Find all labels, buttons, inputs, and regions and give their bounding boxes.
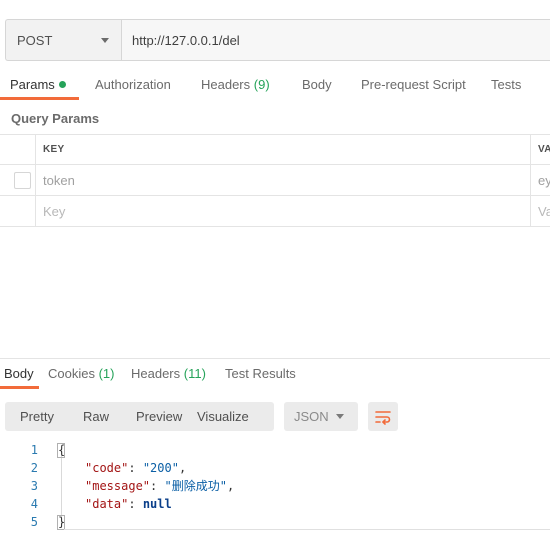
json-string: "200" xyxy=(142,461,179,475)
json-colon: : xyxy=(150,479,165,493)
tab-prerequest-label: Pre-request Script xyxy=(361,77,466,92)
response-tabs: Body Cookies (1) Headers (11) Test Resul… xyxy=(0,361,550,391)
json-key: "code" xyxy=(85,461,129,475)
json-colon: : xyxy=(128,461,143,475)
code-text: "code": "200", xyxy=(85,459,186,477)
response-divider xyxy=(0,358,550,359)
response-format-select[interactable]: JSON xyxy=(284,402,358,431)
method-select[interactable]: POST xyxy=(5,19,121,61)
json-string: "删除成功" xyxy=(164,479,227,493)
code-text: "data": null xyxy=(85,495,172,513)
line-number: 5 xyxy=(30,515,38,529)
response-tab-headers[interactable]: Headers (11) xyxy=(131,366,206,381)
request-bar: POST http://127.0.0.1/del xyxy=(5,19,550,61)
code-text: { xyxy=(58,443,66,457)
json-key: "message" xyxy=(85,479,151,493)
table-row-new: Key Va xyxy=(0,196,550,227)
new-param-value-field[interactable]: Va xyxy=(531,196,550,226)
tab-authorization-label: Authorization xyxy=(95,77,171,92)
response-tab-body[interactable]: Body xyxy=(4,366,34,381)
tab-tests[interactable]: Tests xyxy=(491,77,521,92)
tab-headers[interactable]: Headers (9) xyxy=(201,77,270,92)
tab-body[interactable]: Body xyxy=(302,77,332,92)
params-indicator-dot xyxy=(58,81,66,88)
json-null: null xyxy=(142,497,172,511)
response-tab-test-results[interactable]: Test Results xyxy=(225,366,296,381)
code-line: 1 { xyxy=(0,441,550,459)
view-raw-button[interactable]: Raw xyxy=(70,402,124,431)
response-tab-cookies[interactable]: Cookies (1) xyxy=(48,366,114,381)
response-active-tab-underline xyxy=(0,386,39,389)
response-view-group: Pretty Raw Preview Visualize xyxy=(5,402,274,431)
view-visualize-button[interactable]: Visualize xyxy=(197,402,274,431)
tab-headers-count: (9) xyxy=(253,77,270,92)
response-tab-test-results-label: Test Results xyxy=(225,366,296,381)
line-number: 1 xyxy=(30,443,38,457)
tab-authorization[interactable]: Authorization xyxy=(95,77,171,92)
line-number: 2 xyxy=(30,461,38,475)
response-tab-cookies-count: (1) xyxy=(98,366,115,381)
code-line: 3 "message": "删除成功", xyxy=(0,477,550,495)
url-value: http://127.0.0.1/del xyxy=(132,32,240,48)
tab-prerequest-script[interactable]: Pre-request Script xyxy=(361,77,466,92)
chevron-down-icon xyxy=(336,414,344,419)
param-enabled-checkbox[interactable] xyxy=(14,172,31,189)
code-bottom-divider xyxy=(64,529,550,530)
tab-body-label: Body xyxy=(302,77,332,92)
table-row: token ey xyxy=(0,165,550,196)
line-number: 4 xyxy=(30,497,38,511)
active-tab-underline xyxy=(0,97,79,100)
tab-params[interactable]: Params xyxy=(10,77,66,92)
param-key-field[interactable]: token xyxy=(36,165,531,195)
response-body-code[interactable]: 1 { 2 "code": "200", 3 "message": "删除成功"… xyxy=(0,441,550,531)
code-text: "message": "删除成功", xyxy=(85,477,234,495)
view-preview-button[interactable]: Preview xyxy=(124,402,197,431)
column-header-value: VA xyxy=(538,144,550,155)
url-input[interactable]: http://127.0.0.1/del xyxy=(121,19,550,61)
response-tab-headers-count: (11) xyxy=(183,366,206,381)
json-comma: , xyxy=(226,479,235,493)
code-line: 4 "data": null xyxy=(0,495,550,513)
method-label: POST xyxy=(17,32,53,48)
chevron-down-icon xyxy=(101,37,109,43)
response-format-label: JSON xyxy=(294,409,329,424)
request-tabs: Params Authorization Headers (9) Body Pr… xyxy=(0,72,550,102)
wrap-lines-icon xyxy=(375,410,391,425)
column-header-key: KEY xyxy=(36,135,531,164)
tab-tests-label: Tests xyxy=(491,77,522,92)
response-tab-body-label: Body xyxy=(4,366,34,381)
new-param-key-field[interactable]: Key xyxy=(36,196,531,226)
query-params-table: KEY VA token ey Key Va xyxy=(0,134,550,227)
json-colon: : xyxy=(128,497,143,511)
code-line: 2 "code": "200", xyxy=(0,459,550,477)
tab-params-label: Params xyxy=(10,77,55,92)
json-key: "data" xyxy=(85,497,129,511)
response-tab-headers-label: Headers xyxy=(131,366,181,381)
wrap-lines-button[interactable] xyxy=(368,402,398,431)
query-params-title: Query Params xyxy=(11,111,100,126)
tab-headers-label: Headers xyxy=(201,77,251,92)
line-number: 3 xyxy=(30,479,38,493)
json-comma: , xyxy=(178,461,187,475)
view-pretty-button[interactable]: Pretty xyxy=(5,402,70,431)
response-tab-cookies-label: Cookies xyxy=(48,366,95,381)
table-header-row: KEY VA xyxy=(0,134,550,165)
param-value-field[interactable]: ey xyxy=(531,165,550,195)
